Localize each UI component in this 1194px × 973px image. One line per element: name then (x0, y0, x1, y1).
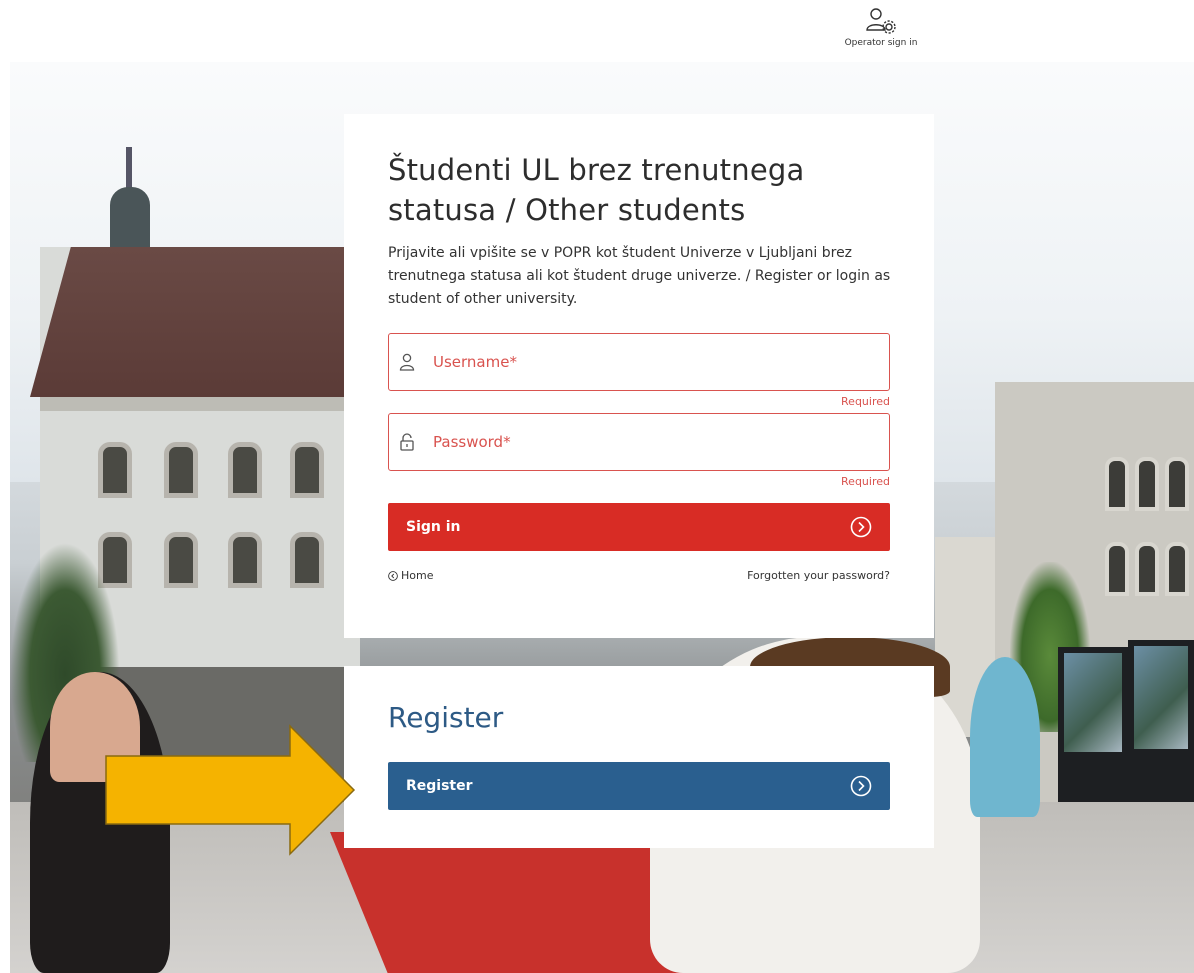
chevron-right-circle-icon (850, 516, 872, 538)
photo-window (290, 442, 324, 498)
photo-spire (126, 147, 132, 192)
operator-sign-in-link[interactable]: Operator sign in (826, 6, 936, 58)
page-title: Študenti UL brez trenutnega statusa / Ot… (388, 153, 805, 227)
photo-window (1105, 457, 1129, 511)
sign-in-button[interactable]: Sign in (388, 503, 890, 551)
photo-exhibit-panel (1128, 640, 1194, 812)
login-description: Prijavite ali vpišite se v POPR kot štud… (388, 245, 891, 307)
register-title: Register (388, 701, 504, 734)
photo-person (970, 657, 1040, 817)
password-field[interactable] (388, 413, 890, 471)
login-card: Študenti UL brez trenutnega statusa / Ot… (344, 114, 934, 638)
home-link[interactable]: Home (388, 569, 433, 582)
photo-window (1135, 542, 1159, 596)
register-button-label: Register (406, 778, 473, 794)
username-required-message: Required (841, 395, 890, 408)
top-bar: Operator sign in (0, 0, 1194, 62)
photo-window (98, 442, 132, 498)
password-required-message: Required (841, 475, 890, 488)
photo-window (1165, 457, 1189, 511)
username-input[interactable] (431, 352, 855, 372)
password-input[interactable] (431, 432, 855, 452)
photo-window (290, 532, 324, 588)
operator-sign-in-label: Operator sign in (844, 38, 918, 48)
username-field[interactable] (388, 333, 890, 391)
chevron-right-circle-icon (850, 775, 872, 797)
photo-roof (30, 247, 370, 397)
photo-window (228, 442, 262, 498)
login-links: Home Forgotten your password? (388, 569, 890, 582)
photo-window (1105, 542, 1129, 596)
chevron-left-circle-icon (388, 570, 398, 581)
forgot-password-link[interactable]: Forgotten your password? (747, 569, 890, 582)
photo-window (164, 442, 198, 498)
sign-in-label: Sign in (406, 519, 461, 535)
yellow-arrow-annotation (105, 724, 356, 856)
photo-window (164, 532, 198, 588)
register-card: Register Register (344, 666, 934, 848)
lock-icon (400, 433, 414, 451)
photo-cornice (40, 397, 360, 411)
photo-window (1135, 457, 1159, 511)
photo-exhibit-panel (1058, 647, 1128, 812)
user-gear-icon (866, 8, 896, 34)
register-button[interactable]: Register (388, 762, 890, 810)
photo-window (1165, 542, 1189, 596)
user-icon (399, 353, 415, 371)
photo-window (228, 532, 262, 588)
home-link-label: Home (401, 569, 434, 582)
